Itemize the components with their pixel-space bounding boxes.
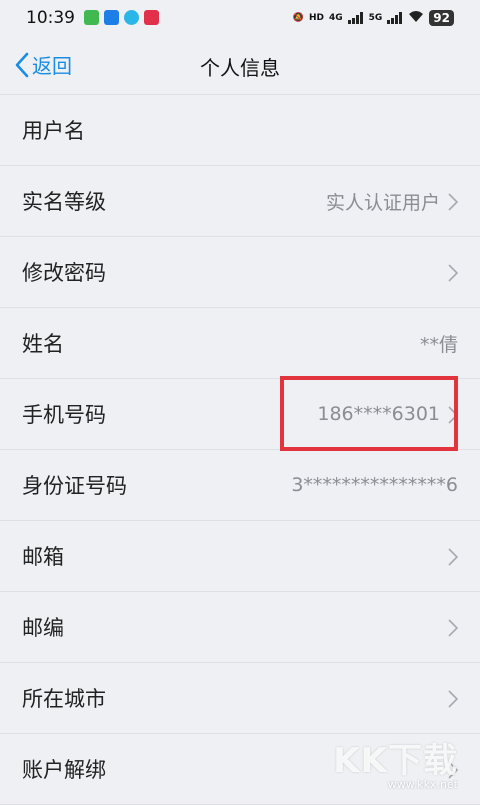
- chevron-right-icon: [448, 264, 458, 282]
- notification-app-icon-3: [124, 10, 139, 25]
- watermark: KK下载 www.kkx.net: [333, 733, 458, 791]
- highlight-box: [280, 376, 458, 451]
- signal-4g-icon: [347, 12, 364, 24]
- notification-app-icon-4: [144, 10, 159, 25]
- page-title: 个人信息: [200, 56, 280, 80]
- row-label: 账户解绑: [22, 758, 106, 782]
- chevron-right-icon: [448, 619, 458, 637]
- row-id-number: 身份证号码 3***************6: [0, 450, 480, 521]
- battery-level: 92: [429, 10, 454, 26]
- hd-badge: HD: [308, 12, 324, 23]
- status-icons: 🔕 HD 4G 5G 92: [293, 7, 454, 29]
- notification-app-icon-2: [104, 10, 119, 25]
- status-bar: 10:39 🔕 HD 4G 5G 92: [0, 0, 480, 38]
- row-change-password[interactable]: 修改密码: [0, 237, 480, 308]
- watermark-logo: KK下载: [333, 741, 458, 781]
- network-4g-label: 4G: [328, 12, 343, 23]
- chevron-right-icon: [448, 193, 458, 211]
- row-label: 邮箱: [22, 545, 64, 569]
- mute-icon: 🔕: [292, 13, 304, 23]
- row-email[interactable]: 邮箱: [0, 521, 480, 592]
- row-label: 邮编: [22, 616, 64, 640]
- chevron-right-icon: [448, 548, 458, 566]
- row-username: 用户名: [0, 95, 480, 166]
- row-label: 手机号码: [22, 403, 106, 427]
- row-realname-level[interactable]: 实名等级 实人认证用户: [0, 166, 480, 237]
- chevron-right-icon: [448, 690, 458, 708]
- row-value: 3***************6: [291, 474, 458, 496]
- row-label: 修改密码: [22, 261, 106, 285]
- row-label: 身份证号码: [22, 474, 127, 498]
- row-name: 姓名 **倩: [0, 308, 480, 379]
- row-value: 实人认证用户: [325, 191, 440, 214]
- row-label: 姓名: [22, 332, 64, 356]
- notification-app-icon-1: [84, 10, 99, 25]
- row-value: **倩: [419, 333, 458, 356]
- row-label: 所在城市: [22, 687, 106, 711]
- row-city[interactable]: 所在城市: [0, 663, 480, 734]
- wifi-icon: [408, 10, 424, 26]
- nav-bar: 返回 个人信息: [0, 38, 480, 95]
- row-label: 用户名: [22, 119, 85, 143]
- status-time: 10:39: [26, 8, 75, 28]
- row-label: 实名等级: [22, 190, 106, 214]
- row-postcode[interactable]: 邮编: [0, 592, 480, 663]
- signal-5g-icon: [387, 12, 403, 24]
- network-5g-label: 5G: [368, 12, 383, 23]
